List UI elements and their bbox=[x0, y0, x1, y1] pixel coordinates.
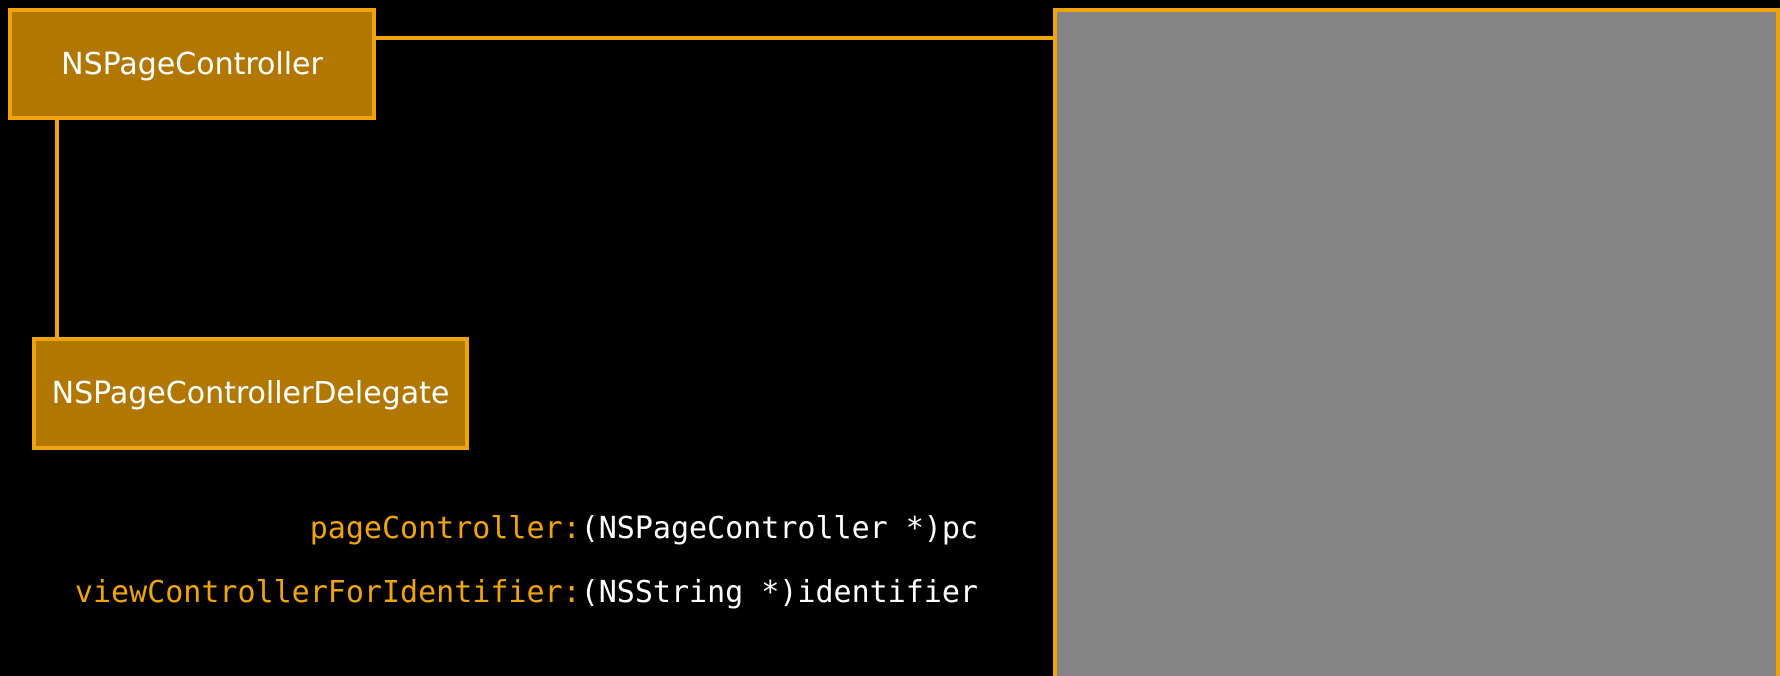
code-selector: pageController: bbox=[309, 511, 581, 546]
code-line: pageController:(NSPageController *)pc bbox=[310, 514, 978, 544]
page-controller-label: NSPageController bbox=[61, 46, 323, 82]
delegate-box: NSPageControllerDelegate bbox=[32, 337, 469, 450]
view-panel bbox=[1053, 8, 1780, 676]
code-selector: viewControllerForIdentifier: bbox=[74, 575, 581, 610]
page-controller-box: NSPageController bbox=[8, 8, 376, 120]
code-argument: (NSPageController *)pc bbox=[580, 511, 978, 546]
delegate-label: NSPageControllerDelegate bbox=[51, 376, 450, 411]
code-line: viewControllerForIdentifier:(NSString *)… bbox=[75, 578, 978, 608]
code-argument: (NSString *)identifier bbox=[580, 575, 978, 610]
connector-to-view-panel bbox=[376, 36, 1056, 40]
connector-to-delegate bbox=[55, 120, 59, 337]
